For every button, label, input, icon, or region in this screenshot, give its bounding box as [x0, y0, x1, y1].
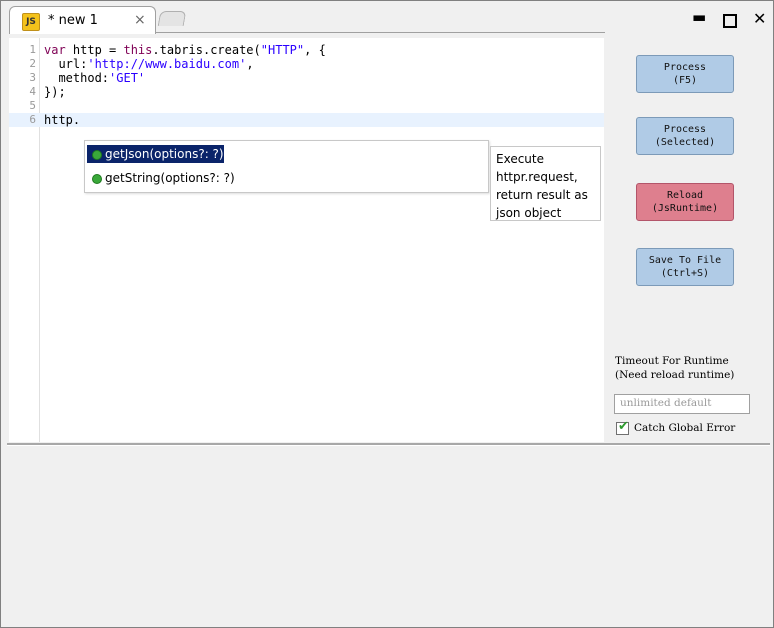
- maximize-icon[interactable]: [723, 14, 737, 28]
- code-editor[interactable]: 1 var http = this.tabris.create("HTTP", {…: [9, 38, 604, 442]
- process-selected-button[interactable]: Process (Selected): [636, 117, 734, 155]
- tooltip-line: Execute: [496, 152, 544, 166]
- code-line: 6 http.: [9, 113, 604, 127]
- catch-error-checkbox[interactable]: ✔: [616, 419, 629, 435]
- button-shortcut: (JsRuntime): [651, 203, 719, 214]
- line-number: 3: [29, 71, 36, 84]
- code-line: 4});: [9, 85, 604, 99]
- tab-title: * new 1: [48, 13, 98, 28]
- tab-close-icon[interactable]: ×: [134, 12, 146, 28]
- code-text: method:'GET': [44, 71, 146, 85]
- button-label: Reload: [666, 190, 704, 201]
- autocomplete-list: getJson(options?: ?) getString(options?:…: [84, 140, 489, 193]
- close-window-icon[interactable]: ✕: [753, 11, 766, 27]
- code-text: });: [44, 85, 66, 99]
- save-to-file-button[interactable]: Save To File (Ctrl+S): [636, 248, 734, 286]
- output-console[interactable]: [7, 447, 770, 623]
- reload-runtime-button[interactable]: Reload (JsRuntime): [636, 183, 734, 221]
- tooltip-line: return result as: [496, 188, 588, 202]
- code-line: 1 var http = this.tabris.create("HTTP", {: [9, 43, 604, 57]
- line-number: 6: [29, 113, 36, 126]
- button-label: Save To File: [648, 255, 722, 266]
- timeout-input[interactable]: unlimited default: [614, 394, 750, 414]
- splitter[interactable]: [7, 443, 770, 446]
- autocomplete-item-label: getJson(options?: ?): [105, 147, 224, 161]
- line-number: 1: [29, 43, 36, 56]
- button-shortcut: (Selected): [654, 137, 716, 148]
- line-number: 2: [29, 57, 36, 70]
- tab-new-1[interactable]: JS * new 1 ×: [9, 6, 156, 34]
- button-label: Process: [663, 124, 707, 135]
- line-number: 4: [29, 85, 36, 98]
- timeout-sublabel: (Need reload runtime): [615, 369, 735, 381]
- autocomplete-item-getstring[interactable]: getString(options?: ?): [87, 169, 235, 187]
- autocomplete-item-label: getString(options?: ?): [105, 171, 235, 185]
- code-text: var http = this.tabris.create("HTTP", {: [44, 43, 326, 57]
- button-shortcut: (F5): [672, 75, 698, 86]
- tab-divider: [155, 32, 605, 33]
- method-icon: [92, 174, 102, 184]
- catch-error-label: Catch Global Error: [634, 422, 736, 434]
- autocomplete-item-getjson[interactable]: getJson(options?: ?): [87, 145, 224, 163]
- tooltip-line: json object: [496, 206, 562, 220]
- line-number: 5: [29, 99, 36, 112]
- code-line: 5: [9, 99, 604, 113]
- timeout-label: Timeout For Runtime: [615, 355, 729, 367]
- button-shortcut: (Ctrl+S): [660, 268, 710, 279]
- new-tab-button[interactable]: [157, 11, 187, 26]
- process-button[interactable]: Process (F5): [636, 55, 734, 93]
- method-icon: [92, 150, 102, 160]
- code-text: http.: [44, 113, 81, 127]
- code-line: 2 url:'http://www.baidu.com',: [9, 57, 604, 71]
- javascript-file-icon: JS: [22, 13, 40, 31]
- tab-strip: JS * new 1 ×: [5, 5, 605, 34]
- minimize-icon[interactable]: ▬: [692, 9, 706, 25]
- code-line: 3 method:'GET': [9, 71, 604, 85]
- app-window: JS * new 1 × ▬ ✕ 1 var http = this.tabris…: [0, 0, 774, 628]
- tooltip-line: httpr.request,: [496, 170, 578, 184]
- checkmark-icon: ✔: [618, 419, 629, 434]
- code-text: url:'http://www.baidu.com',: [44, 57, 254, 71]
- autocomplete-tooltip: Execute httpr.request, return result as …: [490, 146, 601, 221]
- button-label: Process: [663, 62, 707, 73]
